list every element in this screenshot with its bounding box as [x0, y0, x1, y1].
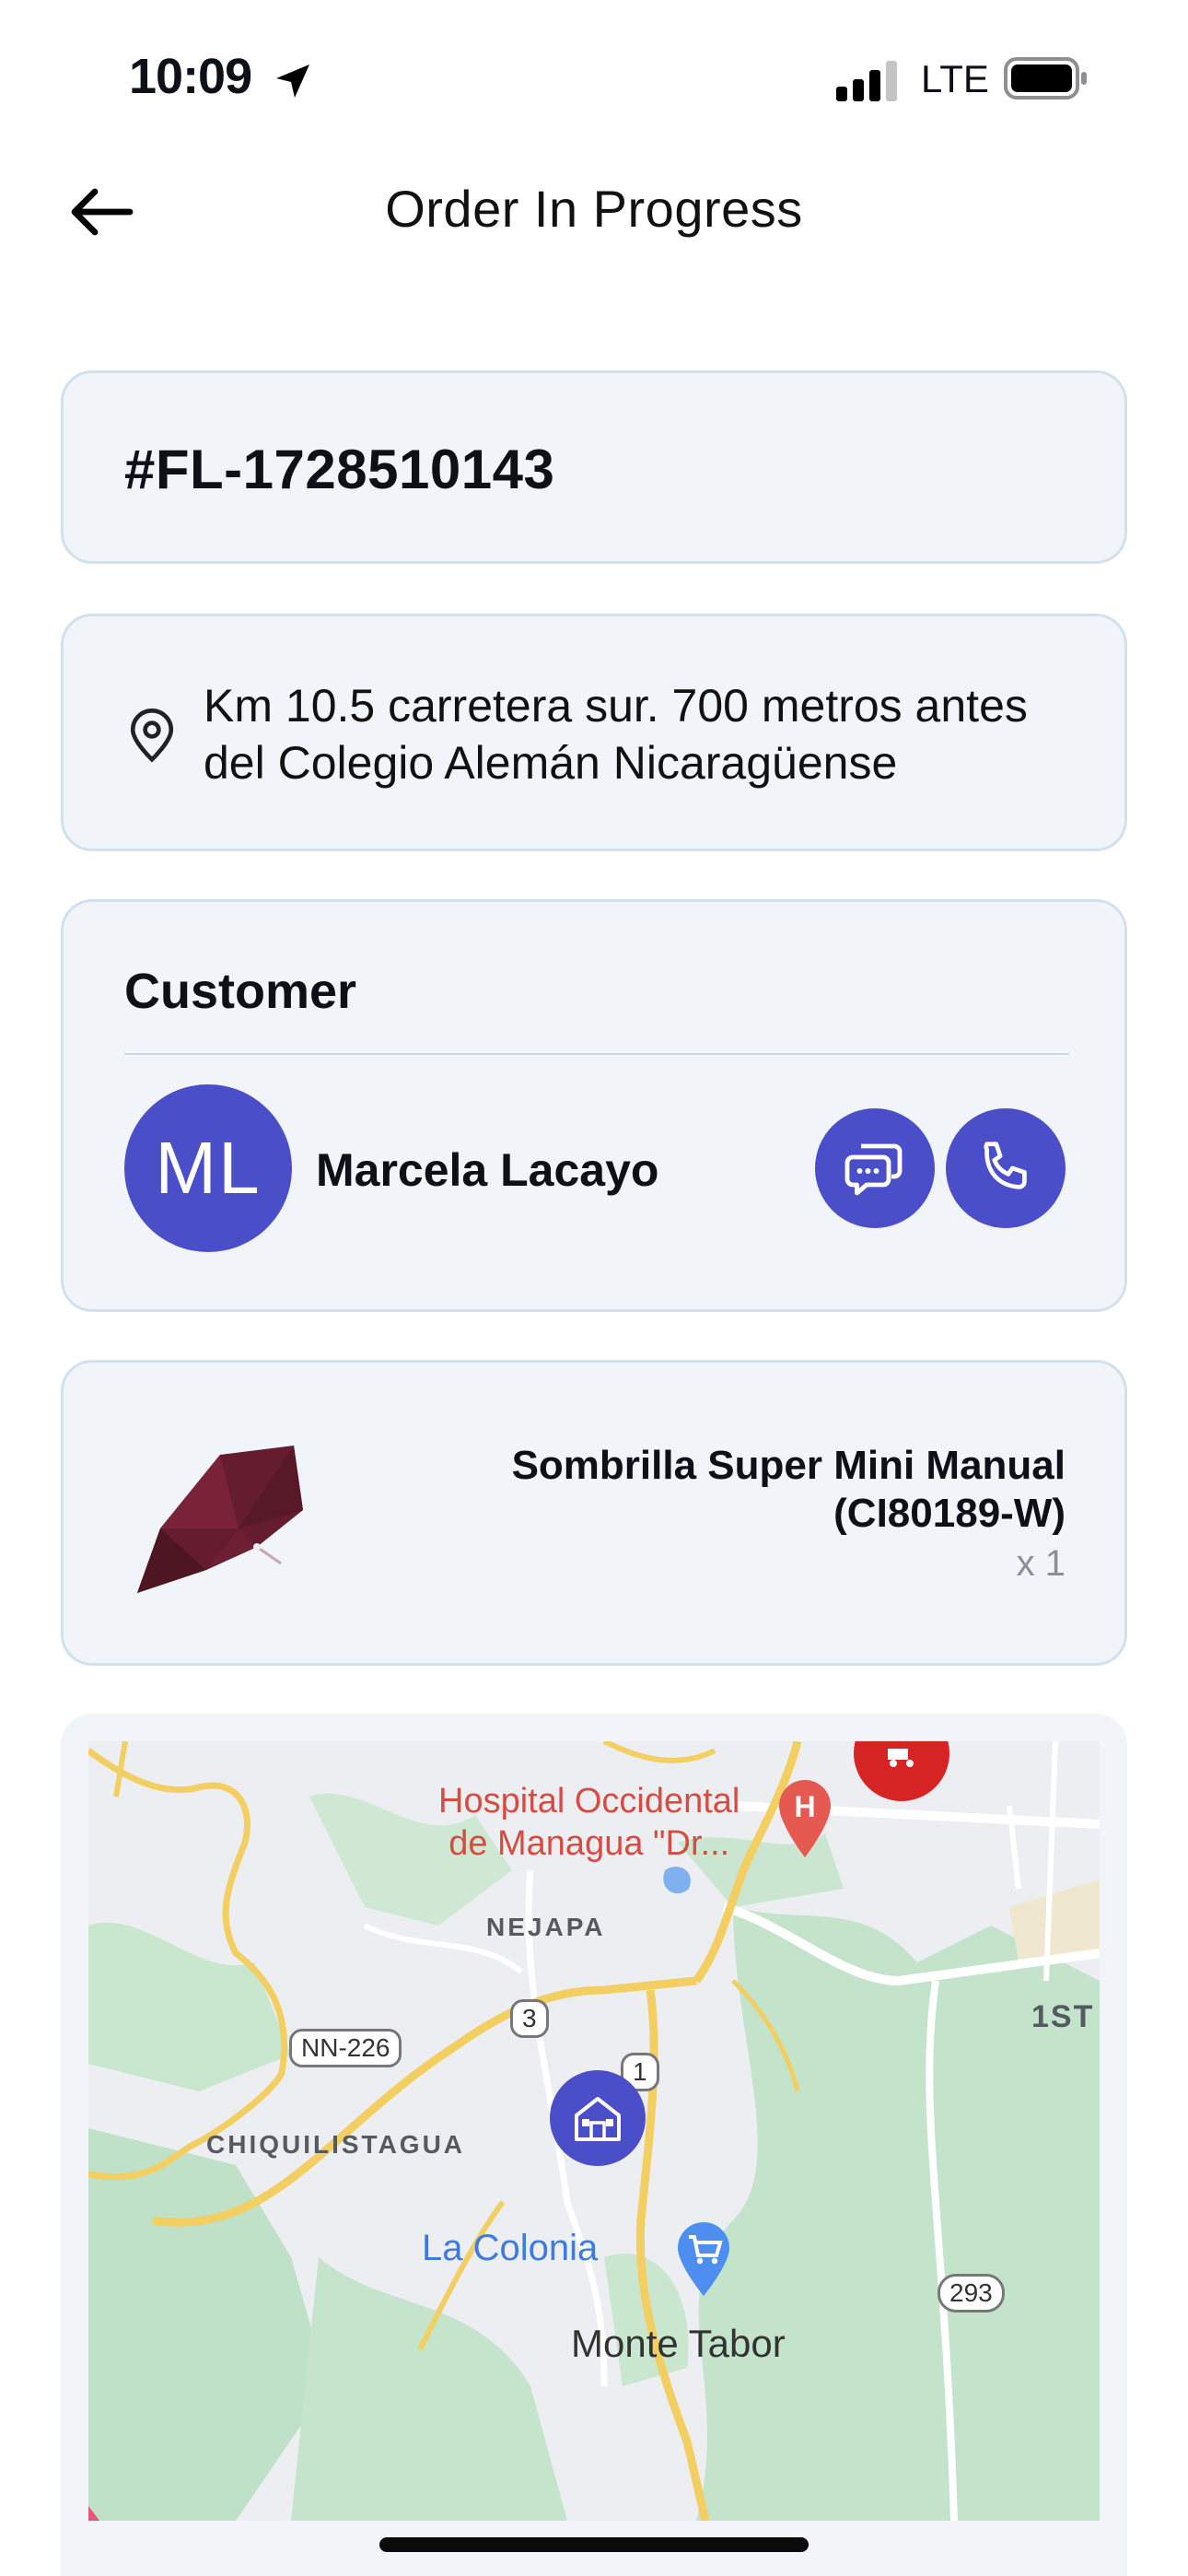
product-card: Sombrilla Super Mini Manual (CI80189-W) …: [61, 1360, 1127, 1666]
map-pin-icon: [130, 708, 174, 763]
customer-card: Customer ML Marcela Lacayo: [61, 899, 1127, 1312]
hospital-marker-icon[interactable]: H: [775, 1776, 834, 1859]
route-nn226-shield: NN-226: [289, 2029, 402, 2067]
battery-icon: [1004, 57, 1087, 100]
delivery-marker-icon[interactable]: [853, 1741, 950, 1802]
home-indicator[interactable]: [379, 2537, 809, 2552]
delivery-address-card: Km 10.5 carretera sur. 700 metros antes …: [61, 614, 1127, 851]
route-map[interactable]: Hospital Occidental de Managua "Dr... NE…: [88, 1741, 1100, 2521]
chat-button[interactable]: [815, 1108, 935, 1228]
divider: [124, 1053, 1069, 1055]
product-quantity: x 1: [1016, 1543, 1066, 1584]
signal-icon: [836, 61, 897, 101]
customer-name: Marcela Lacayo: [316, 1144, 659, 1196]
shopping-cart-marker-icon[interactable]: [674, 2219, 733, 2298]
avatar: ML: [124, 1084, 292, 1252]
chat-icon: [844, 1143, 903, 1196]
location-arrow-icon: [276, 64, 309, 98]
hospital-label-line-1: Hospital Occidental: [438, 1782, 740, 1821]
call-button[interactable]: [946, 1108, 1066, 1228]
nejapa-label: NEJAPA: [486, 1913, 606, 1941]
order-number: #FL-1728510143: [124, 439, 555, 500]
product-name: Sombrilla Super Mini Manual (CI80189-W): [511, 1443, 1066, 1536]
chiquilistagua-label: CHIQUILISTAGUA: [206, 2130, 466, 2159]
la-colonia-label: La Colonia: [422, 2228, 599, 2268]
customer-section-title: Customer: [124, 964, 357, 1019]
status-time: 10:09: [129, 49, 252, 104]
phone-icon: [984, 1142, 1027, 1189]
first-label: 1ST: [1031, 1999, 1095, 2034]
address-line-1: Km 10.5 carretera sur. 700 metros antes: [204, 680, 1028, 732]
hospital-label-line-2: de Managua "Dr...: [448, 1824, 730, 1863]
umbrella-product-image: [137, 1446, 303, 1593]
route-3-shield: 3: [510, 1999, 549, 2038]
status-bar: 10:09 LTE: [0, 0, 1188, 157]
network-type: LTE: [921, 57, 989, 100]
delivery-address: Km 10.5 carretera sur. 700 metros antes …: [204, 677, 1124, 791]
page-title: Order In Progress: [385, 180, 803, 238]
hospital-label: Hospital Occidental de Managua "Dr...: [438, 1780, 740, 1865]
address-line-2: del Colegio Alemán Nicaragüense: [204, 737, 898, 789]
monte-tabor-label: Monte Tabor: [571, 2322, 786, 2365]
route-293-shield: 293: [938, 2274, 1005, 2313]
store-marker-icon[interactable]: [549, 2069, 646, 2167]
svg-text:H: H: [794, 1790, 815, 1823]
order-number-card: #FL-1728510143: [61, 370, 1127, 564]
